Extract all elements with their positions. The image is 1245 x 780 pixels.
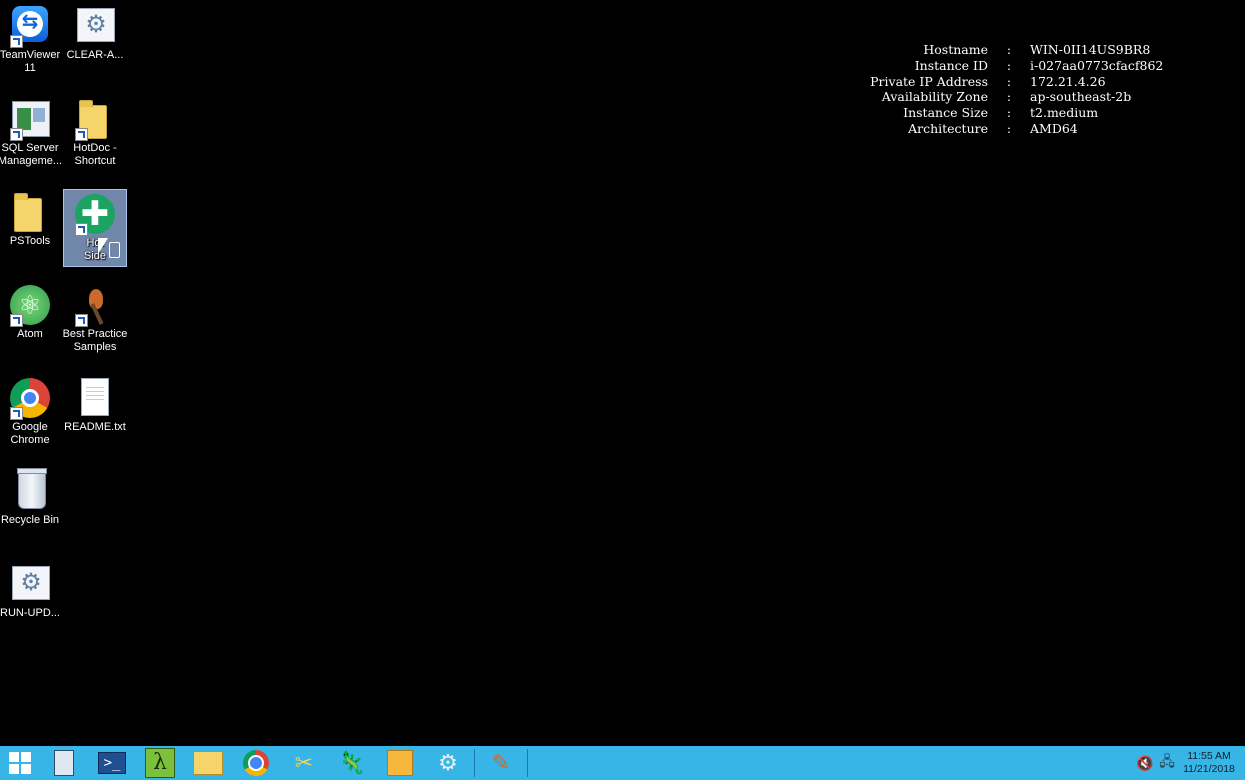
info-value: AMD64 xyxy=(1030,120,1078,136)
recycle-bin-icon xyxy=(10,468,50,511)
desktop-icon-run-upd[interactable]: ⚙ RUN-UPD... xyxy=(0,560,62,638)
desktop-icon-label: Best Practice Samples xyxy=(62,328,128,353)
bird-icon xyxy=(75,285,115,327)
info-value: 172.21.4.26 xyxy=(1030,73,1106,89)
green-plus-icon: ✚ xyxy=(75,194,115,236)
file-explorer-icon xyxy=(193,751,223,775)
text-file-icon xyxy=(75,378,115,418)
taskbar-package[interactable] xyxy=(376,746,424,780)
gear-icon: ⚙ xyxy=(438,750,458,775)
taskbar-snipping-tool[interactable]: ✂ xyxy=(280,746,328,780)
info-row: Availability Zone : ap-southeast-2b xyxy=(826,89,1230,105)
info-value: ap-southeast-2b xyxy=(1030,89,1132,105)
desktop-icon-label: PSTools xyxy=(9,235,51,247)
notepad-plus-icon: 🦎 xyxy=(338,750,366,775)
taskbar: >_ λ ✂ 🦎 ⚙ ✎ 🔇 🖧 11:55 AM 11/21/2018 xyxy=(0,746,1245,780)
desktop-icon-label: Atom xyxy=(17,328,43,340)
info-row: Instance Size : t2.medium xyxy=(826,105,1230,121)
desktop-icon-readme[interactable]: README.txt xyxy=(63,374,127,452)
desktop-icon-label: README.txt xyxy=(64,421,126,433)
lambda-icon: λ xyxy=(145,748,175,778)
taskbar-best-practice[interactable]: ✎ xyxy=(477,746,525,780)
snipping-tool-icon: ✂ xyxy=(294,750,314,775)
info-separator: : xyxy=(1006,105,1012,121)
info-value: i-027aa0773cfacf862 xyxy=(1030,57,1164,73)
desktop-icon-hotdoc-shortcut[interactable]: HotDoc - Shortcut xyxy=(63,95,127,173)
info-value: t2.medium xyxy=(1030,105,1099,121)
desktop-icon-chrome[interactable]: Google Chrome xyxy=(0,374,62,452)
clock-date: 11/21/2018 xyxy=(1183,763,1235,775)
package-icon xyxy=(387,750,413,776)
desktop-icon-sql-server[interactable]: SQL Server Manageme... xyxy=(0,95,62,173)
info-row: Private IP Address : 172.21.4.26 xyxy=(826,74,1230,90)
chrome-icon xyxy=(10,378,50,420)
instance-info-panel: Hostname : WIN-0II14US9BR8 Instance ID :… xyxy=(826,42,1230,137)
desktop-icon-atom[interactable]: ⚛ Atom xyxy=(0,281,62,359)
desktop-icon-label: RUN-UPD... xyxy=(0,607,60,619)
taskbar-chrome[interactable] xyxy=(232,746,280,780)
server-manager-icon xyxy=(54,750,74,776)
info-value: WIN-0II14US9BR8 xyxy=(1030,42,1151,57)
info-row: Hostname : WIN-0II14US9BR8 xyxy=(826,42,1230,58)
info-row: Architecture : AMD64 xyxy=(826,121,1230,137)
info-row: Instance ID : i-027aa0773cfacf862 xyxy=(826,58,1230,74)
info-separator: : xyxy=(1006,73,1012,89)
info-key: Instance Size xyxy=(903,105,988,121)
gear-script-icon: ⚙ xyxy=(10,564,50,604)
chrome-icon xyxy=(243,750,269,776)
desktop-icon-label: SQL Server Manageme... xyxy=(0,142,63,167)
taskbar-powershell[interactable]: >_ xyxy=(88,746,136,780)
system-tray: 🔇 🖧 11:55 AM 11/21/2018 xyxy=(1135,746,1245,780)
clock[interactable]: 11:55 AM 11/21/2018 xyxy=(1179,750,1239,776)
info-key: Hostname xyxy=(923,42,988,57)
info-key: Instance ID xyxy=(914,57,988,73)
taskbar-notepad-plus[interactable]: 🦎 xyxy=(328,746,376,780)
info-separator: : xyxy=(1006,89,1012,105)
taskbar-file-explorer[interactable] xyxy=(184,746,232,780)
network-icon[interactable]: 🖧 xyxy=(1157,751,1177,775)
desktop-icon-label: Google Chrome xyxy=(10,421,50,446)
folder-icon xyxy=(10,192,50,232)
info-separator: : xyxy=(1006,42,1012,57)
desktop-icon-best-practice[interactable]: Best Practice Samples xyxy=(63,281,127,359)
bird-icon: ✎ xyxy=(491,750,511,775)
taskbar-divider xyxy=(474,749,475,777)
volume-muted-icon[interactable]: 🔇 xyxy=(1135,755,1155,772)
desktop-icon-label: Recycle Bin xyxy=(0,514,60,526)
teamviewer-icon xyxy=(10,6,50,48)
desktop-icon-label: CLEAR-A... xyxy=(66,49,124,61)
clock-time: 11:55 AM xyxy=(1187,750,1231,762)
taskbar-lambda[interactable]: λ xyxy=(136,746,184,780)
info-key: Architecture xyxy=(908,120,988,136)
sql-server-icon xyxy=(10,99,50,141)
folder-icon xyxy=(75,99,115,141)
taskbar-server-manager[interactable] xyxy=(40,746,88,780)
windows-logo-icon xyxy=(9,752,31,774)
desktop-icon-label: HotDoc - Shortcut xyxy=(73,142,117,167)
taskbar-settings[interactable]: ⚙ xyxy=(424,746,472,780)
gear-script-icon: ⚙ xyxy=(75,6,115,46)
desktop-icon-recycle-bin[interactable]: Recycle Bin xyxy=(0,467,62,545)
cursor-busy-icon xyxy=(109,242,120,258)
info-separator: : xyxy=(1006,120,1012,136)
desktop-icon-clear[interactable]: ⚙ CLEAR-A... xyxy=(63,2,127,80)
desktop: TeamViewer 11 SQL Server Manageme... PST… xyxy=(0,0,1245,746)
start-button[interactable] xyxy=(0,746,40,780)
info-key: Availability Zone xyxy=(881,89,988,105)
taskbar-divider xyxy=(527,749,528,777)
powershell-icon: >_ xyxy=(98,752,126,774)
desktop-icon-label: TeamViewer 11 xyxy=(0,49,61,74)
atom-icon: ⚛ xyxy=(10,285,50,327)
info-key: Private IP Address xyxy=(870,73,988,89)
desktop-icon-pstools[interactable]: PSTools xyxy=(0,188,62,266)
info-separator: : xyxy=(1006,57,1012,73)
desktop-icon-teamviewer[interactable]: TeamViewer 11 xyxy=(0,2,62,80)
